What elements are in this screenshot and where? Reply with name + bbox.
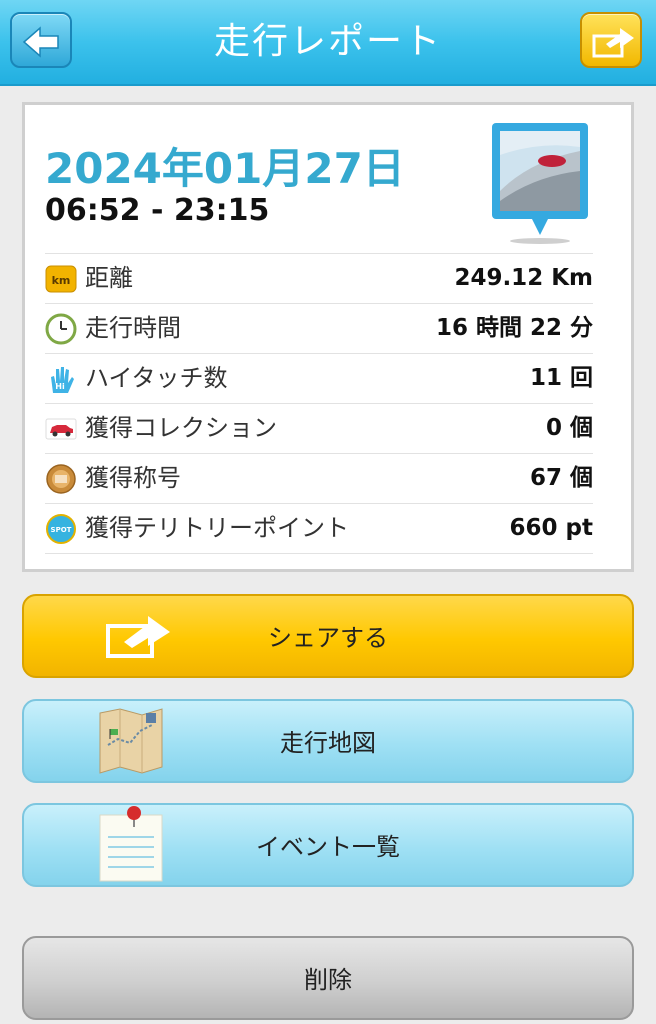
clock-icon bbox=[45, 313, 77, 345]
page-title: 走行レポート bbox=[213, 21, 442, 62]
arrow-left-icon bbox=[22, 26, 59, 58]
stat-value: 16 時間 22 分 bbox=[435, 315, 593, 341]
stat-row-collection: 獲得コレクション 0 個 bbox=[45, 403, 593, 453]
share-button[interactable]: シェアする bbox=[22, 594, 634, 678]
stat-row-territory-points: SPOT 獲得テリトリーポイント 660 pt bbox=[45, 503, 593, 554]
stat-value: 660 pt bbox=[509, 515, 593, 541]
stat-label: 距離 bbox=[85, 264, 133, 292]
km-icon: km bbox=[45, 265, 77, 293]
stat-row-drive-time: 走行時間 16 時間 22 分 bbox=[45, 303, 593, 353]
stat-row-distance: km 距離 249.12 Km bbox=[45, 253, 593, 303]
svg-text:SPOT: SPOT bbox=[51, 526, 72, 534]
stat-value: 67 個 bbox=[529, 465, 593, 491]
share-header-button[interactable] bbox=[580, 12, 642, 68]
stat-label: 獲得テリトリーポイント bbox=[85, 514, 349, 542]
stat-value: 11 回 bbox=[529, 365, 593, 391]
drive-map-button-label: 走行地図 bbox=[280, 729, 376, 757]
report-time-range: 06:52 - 23:15 bbox=[45, 193, 270, 228]
report-date: 2024年01月27日 bbox=[45, 144, 405, 193]
report-card: 2024年01月27日 06:52 - 23:15 km 距離 249.12 K… bbox=[22, 102, 634, 572]
header-bar: 走行レポート bbox=[0, 0, 656, 86]
stat-row-titles: 獲得称号 67 個 bbox=[45, 453, 593, 503]
car-collection-icon bbox=[45, 418, 77, 440]
share-arrow-icon bbox=[592, 28, 634, 58]
stat-value: 0 個 bbox=[545, 415, 593, 441]
hi-touch-hand-icon: Hi bbox=[51, 367, 74, 393]
svg-text:Hi: Hi bbox=[55, 382, 65, 391]
stat-label: 獲得称号 bbox=[85, 464, 181, 492]
stat-row-hi-touch: Hi ハイタッチ数 11 回 bbox=[45, 353, 593, 403]
title-medal-icon bbox=[46, 464, 76, 494]
back-button[interactable] bbox=[10, 12, 72, 68]
event-list-button-label: イベント一覧 bbox=[256, 833, 400, 861]
stat-value: 249.12 Km bbox=[454, 265, 593, 291]
car-photo-thumbnail[interactable] bbox=[490, 121, 590, 245]
event-list-button[interactable]: イベント一覧 bbox=[22, 803, 634, 887]
drive-map-button[interactable]: 走行地図 bbox=[22, 699, 634, 783]
delete-button[interactable]: 削除 bbox=[22, 936, 634, 1020]
stat-label: 獲得コレクション bbox=[85, 414, 277, 442]
delete-button-label: 削除 bbox=[304, 966, 352, 994]
share-button-label: シェアする bbox=[268, 624, 388, 652]
stats-list: km 距離 249.12 Km 走行時間 16 時間 22 分 Hi ハイタッチ… bbox=[45, 253, 593, 554]
spot-icon: SPOT bbox=[46, 514, 76, 544]
stat-label: 走行時間 bbox=[85, 314, 181, 342]
stat-label: ハイタッチ数 bbox=[85, 364, 228, 392]
svg-text:km: km bbox=[52, 274, 71, 287]
